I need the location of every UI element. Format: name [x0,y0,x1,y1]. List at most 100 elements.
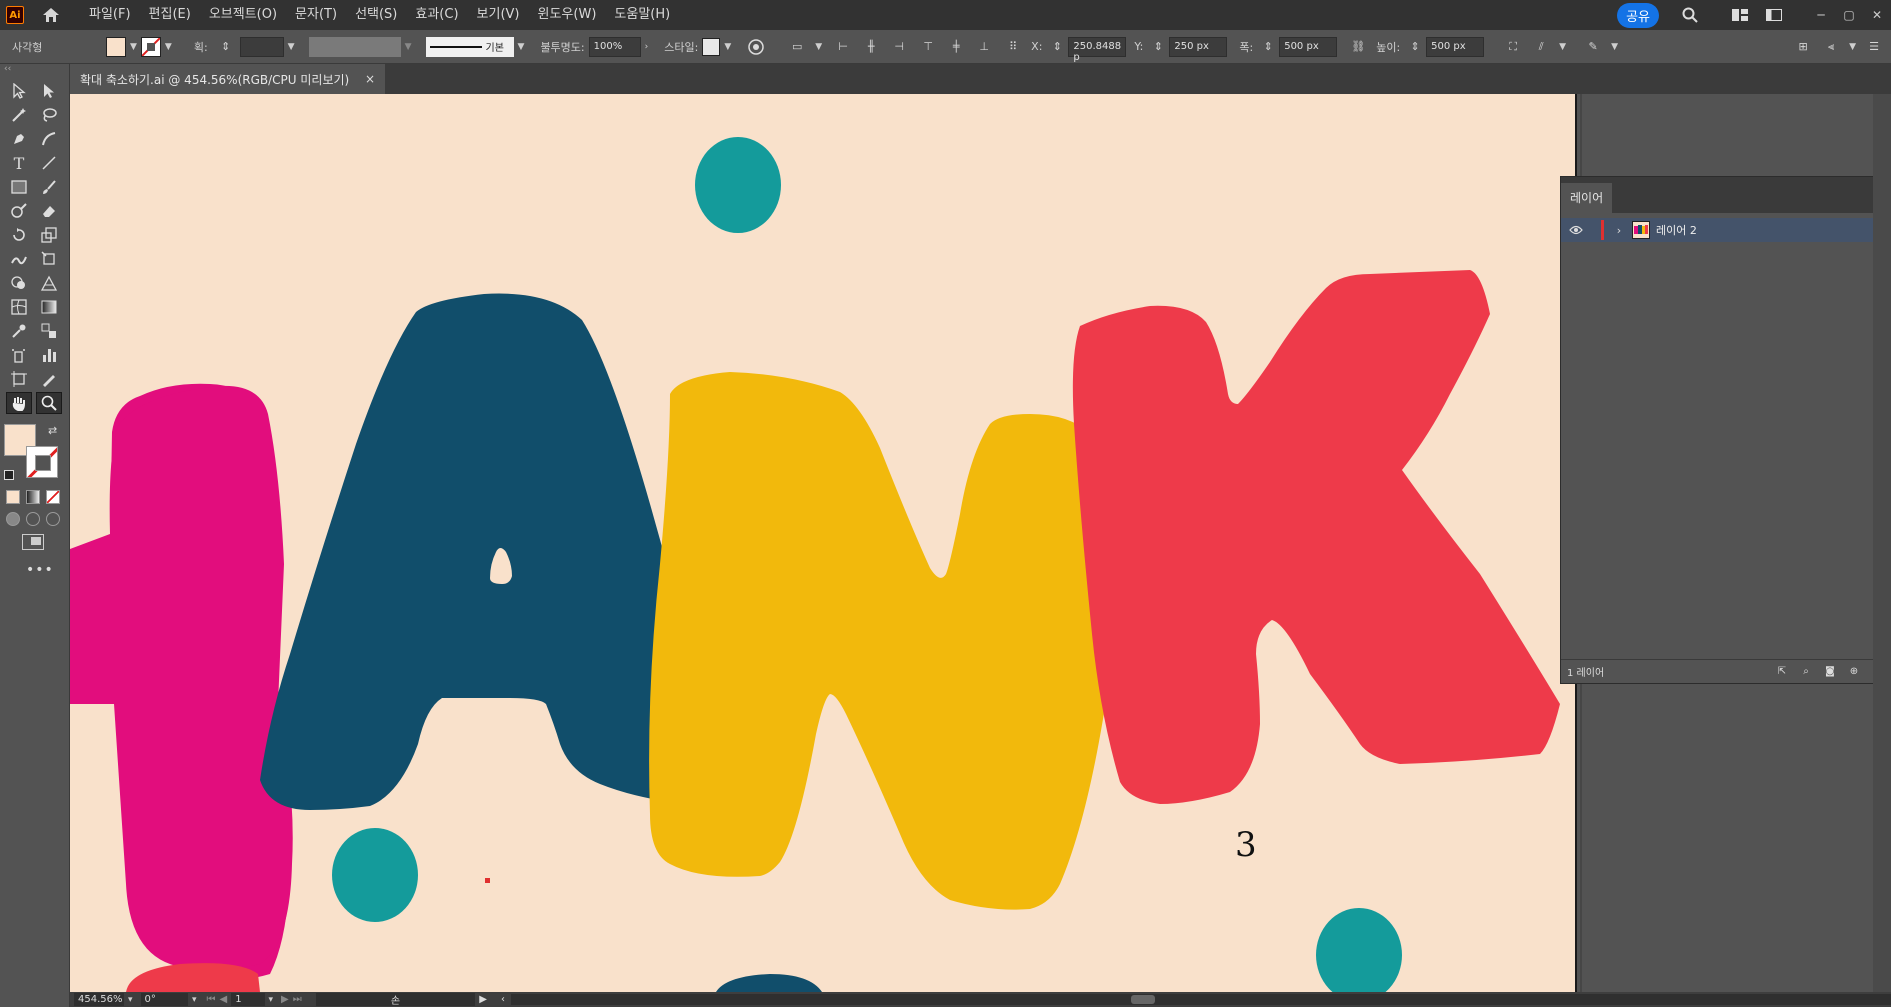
stroke-swatch[interactable] [140,36,161,57]
rotation-field[interactable]: 0° [140,993,188,1006]
screen-mode-icon[interactable] [22,534,44,550]
direct-selection-tool-icon[interactable] [36,80,62,102]
column-graph-tool-icon[interactable] [36,344,62,366]
share-button[interactable]: 공유 [1617,2,1659,28]
constrain-proportions-icon[interactable]: ⛓ [1349,38,1367,56]
previous-artboard-icon[interactable]: ◀ [220,994,228,1005]
x-field[interactable]: 250.8488 p [1068,36,1127,63]
quick-actions-icon[interactable]: ✎ [1584,38,1602,56]
align-right-icon[interactable]: ⊣ [890,38,908,56]
align-top-icon[interactable]: ⊤ [919,38,937,56]
stepper-icon[interactable]: ⇕ [1048,38,1066,56]
shaper-tool-icon[interactable] [6,200,32,222]
swap-fill-stroke-icon[interactable]: ⇄ [48,424,57,437]
stroke-color-box[interactable] [26,446,58,478]
menu-item-2[interactable]: 오브젝트(O) [200,0,286,30]
variable-width-profile[interactable] [308,36,401,57]
shape-builder-tool-icon[interactable] [6,272,32,294]
search-icon[interactable] [1679,4,1701,26]
chevron-down-icon[interactable]: ▼ [1555,42,1570,52]
maximize-icon[interactable]: ▢ [1835,8,1863,22]
transform-icon[interactable]: ⛶ [1504,38,1522,56]
opacity-field[interactable]: 100% [588,36,641,57]
chevron-down-icon[interactable]: ▼ [1845,42,1860,52]
lasso-tool-icon[interactable] [36,104,62,126]
chevron-down-icon[interactable]: ▼ [284,42,299,52]
minimize-icon[interactable]: ─ [1807,8,1835,22]
first-artboard-icon[interactable]: ⏮ [207,994,216,1005]
blend-tool-icon[interactable] [36,320,62,342]
default-fill-stroke-icon[interactable] [4,470,14,480]
selection-tool-icon[interactable] [6,80,32,102]
eraser-tool-icon[interactable] [36,200,62,222]
mesh-tool-icon[interactable] [6,296,32,318]
chevron-right-icon[interactable]: › [641,42,653,52]
arrange-icon[interactable]: ⊞ [1794,38,1812,56]
menu-item-0[interactable]: 파일(F) [80,0,140,30]
chevron-down-icon[interactable]: ▼ [161,42,176,52]
align-left-icon[interactable]: ⊢ [834,38,852,56]
next-artboard-icon[interactable]: ▶ [281,994,289,1005]
stepper-icon[interactable]: ⇕ [1406,38,1424,56]
export-icon[interactable]: ⇱ [1775,665,1789,679]
close-tab-icon[interactable]: × [365,72,375,86]
zoom-field[interactable]: 454.56% [74,993,124,1006]
height-field[interactable]: 500 px [1426,36,1485,57]
curvature-tool-icon[interactable] [36,128,62,150]
menu-item-7[interactable]: 윈도우(W) [529,0,606,30]
vertical-scrollbar[interactable] [1873,94,1891,992]
chevron-down-icon[interactable]: ▼ [514,42,529,52]
stepper-icon[interactable]: ⇕ [1259,38,1277,56]
chevron-right-icon[interactable]: › [1610,224,1628,237]
menu-item-1[interactable]: 편집(E) [140,0,200,30]
document-tab[interactable]: 확대 축소하기.ai @ 454.56%(RGB/CPU 미리보기) × [70,64,385,94]
perspective-grid-tool-icon[interactable] [36,272,62,294]
warp-tool-icon[interactable] [6,248,32,270]
paintbrush-tool-icon[interactable] [36,176,62,198]
eye-icon[interactable] [1561,225,1591,235]
close-window-icon[interactable]: ✕ [1863,8,1891,22]
none-mode-icon[interactable] [46,490,60,504]
free-transform-tool-icon[interactable] [36,248,62,270]
reference-point-icon[interactable]: ⠿ [1004,38,1022,56]
more-tools-icon[interactable]: ••• [26,562,69,578]
color-mode-icon[interactable] [6,490,20,504]
status-tool-field[interactable]: 손 [315,993,476,1007]
chevron-down-icon[interactable]: ▼ [811,42,826,52]
graphic-style-swatch[interactable] [702,37,721,56]
rectangle-tool-icon[interactable] [6,176,32,198]
new-sublayer-icon[interactable]: ⊕ [1847,665,1861,679]
menu-item-4[interactable]: 선택(S) [346,0,406,30]
stepper-icon[interactable]: ⇕ [217,38,235,56]
chevron-down-icon[interactable]: ▼ [1607,42,1622,52]
chevron-down-icon[interactable]: ▼ [720,42,735,52]
menu-item-6[interactable]: 보기(V) [468,0,529,30]
type-tool-icon[interactable]: T [6,152,32,174]
menu-item-3[interactable]: 문자(T) [286,0,346,30]
transform-reference-icon[interactable]: ▭ [788,38,806,56]
status-menu-icon[interactable]: ▶ [479,994,487,1005]
align-panel-icon[interactable]: ⫷ [1822,38,1840,56]
layers-tab[interactable]: 레이어 [1561,183,1613,213]
menu-item-8[interactable]: 도움말(H) [605,0,679,30]
align-bottom-icon[interactable]: ⊥ [975,38,993,56]
layer-row[interactable]: › 레이어 2 [1561,218,1891,242]
draw-behind-icon[interactable] [26,512,40,526]
artboard-tool-icon[interactable] [6,368,32,390]
pen-tool-icon[interactable] [6,128,32,150]
brush-definition[interactable]: 기본 [425,36,514,57]
recolor-artwork-icon[interactable] [747,38,765,56]
last-artboard-icon[interactable]: ⏭ [293,994,302,1005]
gradient-tool-icon[interactable] [36,296,62,318]
align-center-icon[interactable]: ╫ [862,38,880,56]
shape-options-icon[interactable]: ⫽ [1532,38,1550,56]
locate-object-icon[interactable]: ⌕ [1799,665,1813,679]
zoom-tool-icon[interactable] [36,392,62,414]
artboard-index-field[interactable]: 1 [231,993,265,1006]
slice-tool-icon[interactable] [36,368,62,390]
chevron-down-icon[interactable]: ▼ [401,42,416,52]
rotate-tool-icon[interactable] [6,224,32,246]
magic-wand-tool-icon[interactable] [6,104,32,126]
draw-inside-icon[interactable] [46,512,60,526]
y-field[interactable]: 250 px [1169,36,1228,57]
